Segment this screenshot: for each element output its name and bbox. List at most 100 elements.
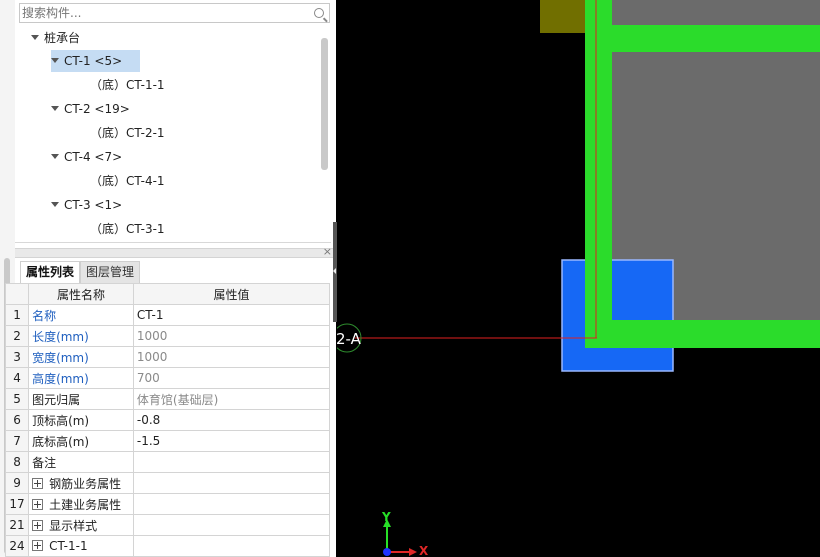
- table-row[interactable]: 5 图元归属 体育馆(基础层): [4, 388, 331, 410]
- x-axis-label: X: [419, 544, 429, 557]
- caret-down-icon[interactable]: [51, 106, 59, 111]
- axis-label: 2-A: [337, 330, 362, 348]
- beam-top[interactable]: [585, 25, 820, 52]
- row-number: 6: [4, 409, 30, 431]
- table-row[interactable]: 1 名称 CT-1: [4, 304, 331, 326]
- property-name: 高度(mm): [28, 367, 134, 389]
- table-row[interactable]: 3 宽度(mm) 1000: [4, 346, 331, 368]
- collapse-arrow-icon[interactable]: [333, 268, 336, 274]
- search-input[interactable]: [22, 5, 307, 21]
- canvas-svg[interactable]: 2-A: [337, 0, 820, 557]
- property-value[interactable]: 体育馆(基础层): [132, 388, 331, 410]
- tree-item-label: CT-4 <7>: [64, 150, 123, 164]
- table-row[interactable]: 9 钢筋业务属性: [4, 472, 331, 494]
- property-group[interactable]: 显示样式: [28, 514, 134, 536]
- tree-item-label: CT-3 <1>: [64, 198, 123, 212]
- property-value: [132, 493, 331, 515]
- table-row[interactable]: 8 备注: [4, 451, 331, 473]
- tree-scrollbar[interactable]: [321, 38, 328, 170]
- property-group[interactable]: 土建业务属性: [28, 493, 134, 515]
- table-row[interactable]: 4 高度(mm) 700: [4, 367, 331, 389]
- property-table: 属性名称 属性值 1 名称 CT-1 2 长度(mm) 1000 3 宽度(mm…: [4, 283, 331, 557]
- drawing-canvas[interactable]: 2-A Y X: [337, 0, 820, 557]
- property-name: 图元归属: [28, 388, 134, 410]
- property-value[interactable]: 1000: [132, 325, 331, 347]
- header-property-name: 属性名称: [28, 283, 134, 305]
- expand-plus-icon[interactable]: [32, 540, 44, 551]
- table-row[interactable]: 24 CT-1-1: [4, 535, 331, 557]
- tree-child-label: （底）CT-3-1: [90, 222, 165, 236]
- origin-dot-icon: [383, 548, 391, 556]
- header-property-value: 属性值: [132, 283, 331, 305]
- property-group-label: 土建业务属性: [49, 497, 122, 512]
- property-name: 长度(mm): [28, 325, 134, 347]
- tree-item-label: CT-2 <19>: [64, 102, 130, 116]
- row-number: 2: [4, 325, 30, 347]
- property-value[interactable]: 1000: [132, 346, 331, 368]
- property-group[interactable]: 钢筋业务属性: [28, 472, 134, 494]
- table-row[interactable]: 2 长度(mm) 1000: [4, 325, 331, 347]
- tree-child-ct-2-1[interactable]: （底）CT-2-1: [90, 122, 165, 144]
- property-name: 名称: [28, 304, 134, 326]
- table-row[interactable]: 21 显示样式: [4, 514, 331, 536]
- expand-plus-icon[interactable]: [32, 519, 44, 531]
- caret-down-icon[interactable]: [51, 202, 59, 207]
- row-number: 21: [4, 514, 30, 536]
- row-number: 8: [4, 451, 30, 473]
- property-name: 宽度(mm): [28, 346, 134, 368]
- property-name: 底标高(m): [28, 430, 134, 452]
- tree-child-ct-3-1[interactable]: （底）CT-3-1: [90, 218, 165, 240]
- property-value: [132, 514, 331, 536]
- tab-property-list[interactable]: 属性列表: [20, 261, 81, 283]
- tree-item-ct-3[interactable]: CT-3 <1>: [51, 194, 122, 216]
- property-value[interactable]: 700: [132, 367, 331, 389]
- property-name: 顶标高(m): [28, 409, 134, 431]
- property-value[interactable]: -1.5: [132, 430, 331, 452]
- row-number: 7: [4, 430, 30, 452]
- tree-child-label: （底）CT-1-1: [90, 78, 165, 92]
- property-value[interactable]: CT-1: [132, 304, 331, 326]
- y-axis-label: Y: [382, 510, 391, 524]
- tree-item-ct-2[interactable]: CT-2 <19>: [51, 98, 130, 120]
- pile-cap-column[interactable]: [561, 259, 674, 372]
- property-value: [132, 472, 331, 494]
- tree-root-label: 桩承台: [44, 31, 81, 45]
- table-row[interactable]: 7 底标高(m) -1.5: [4, 430, 331, 452]
- table-header: 属性名称 属性值: [4, 283, 331, 305]
- property-value: [132, 535, 331, 557]
- table-row[interactable]: 6 顶标高(m) -0.8: [4, 409, 331, 431]
- row-number: 24: [4, 535, 30, 557]
- tree-child-ct-1-1[interactable]: （底）CT-1-1: [90, 74, 165, 96]
- close-icon[interactable]: ×: [323, 245, 332, 258]
- caret-down-icon[interactable]: [51, 58, 59, 63]
- row-number: 17: [4, 493, 30, 515]
- beam-bottom[interactable]: [585, 320, 820, 348]
- property-value[interactable]: -0.8: [132, 409, 331, 431]
- property-value[interactable]: [132, 451, 331, 473]
- component-tree: 桩承台 CT-1 <5> （底）CT-1-1 CT-2 <19> （底）CT-2…: [15, 26, 331, 243]
- tree-child-ct-4-1[interactable]: （底）CT-4-1: [90, 170, 165, 192]
- header-num: [4, 283, 30, 305]
- search-icon[interactable]: [314, 8, 324, 18]
- left-panel: 桩承台 CT-1 <5> （底）CT-1-1 CT-2 <19> （底）CT-2…: [0, 0, 336, 557]
- caret-down-icon[interactable]: [51, 154, 59, 159]
- row-number: 3: [4, 346, 30, 368]
- caret-down-icon[interactable]: [31, 35, 39, 40]
- panel-splitter[interactable]: ×: [15, 245, 336, 258]
- tree-item-ct-1[interactable]: CT-1 <5>: [51, 50, 141, 72]
- expand-plus-icon[interactable]: [32, 498, 44, 510]
- row-number: 5: [4, 388, 30, 410]
- table-row[interactable]: 17 土建业务属性: [4, 493, 331, 515]
- tree-item-ct-4[interactable]: CT-4 <7>: [51, 146, 122, 168]
- property-group[interactable]: CT-1-1: [28, 535, 134, 557]
- expand-plus-icon[interactable]: [32, 477, 44, 489]
- beam-vertical[interactable]: [585, 0, 612, 348]
- row-number: 4: [4, 367, 30, 389]
- row-number: 1: [4, 304, 30, 326]
- tree-root-pile-cap[interactable]: 桩承台: [31, 27, 80, 49]
- tab-layer-management[interactable]: 图层管理: [80, 261, 141, 283]
- x-arrow-head: [409, 548, 417, 556]
- property-tabs: 属性列表 图层管理: [20, 261, 141, 283]
- property-group-label: CT-1-1: [49, 539, 88, 553]
- tree-child-label: （底）CT-4-1: [90, 174, 165, 188]
